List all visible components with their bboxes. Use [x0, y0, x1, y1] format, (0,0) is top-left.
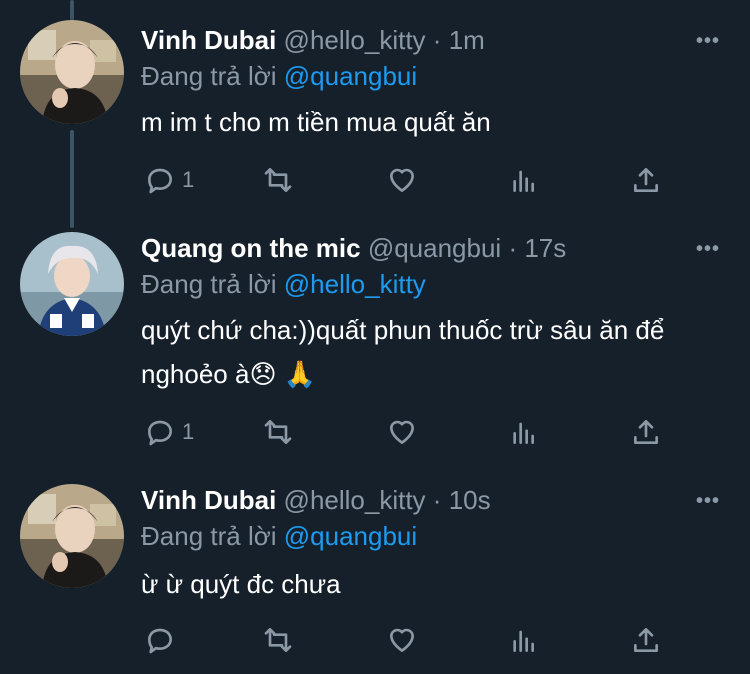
analytics-icon: [513, 422, 534, 444]
mention-link[interactable]: @hello_kitty: [284, 269, 426, 299]
tweet-actions: 1: [0, 160, 750, 200]
tweet-actions: [0, 620, 750, 660]
heart-icon: [390, 628, 414, 652]
share-icon: [634, 168, 658, 192]
more-icon[interactable]: •••: [696, 30, 720, 53]
mention-link[interactable]: @quangbui: [284, 521, 417, 551]
reply-button[interactable]: 1: [144, 412, 194, 452]
retweet-button[interactable]: [262, 160, 294, 200]
mention-link[interactable]: @quangbui: [284, 61, 417, 91]
separator-dot: ·: [432, 25, 442, 55]
tweet[interactable]: Vinh Dubai @hello_kitty · 10s ••• Đang t…: [0, 484, 750, 674]
reply-icon: [148, 420, 172, 446]
separator-dot: ·: [508, 233, 518, 263]
retweet-button[interactable]: [262, 620, 294, 660]
reply-button[interactable]: [144, 620, 182, 660]
replying-to: Đang trả lời @hello_kitty: [141, 268, 426, 300]
analytics-button[interactable]: [508, 160, 540, 200]
like-button[interactable]: [386, 160, 418, 200]
timestamp[interactable]: 10s: [449, 485, 491, 515]
share-button[interactable]: [630, 620, 662, 660]
avatar[interactable]: [20, 484, 124, 588]
replying-to: Đang trả lời @quangbui: [141, 520, 417, 552]
heart-icon: [390, 420, 414, 444]
display-name[interactable]: Quang on the mic: [141, 233, 361, 263]
like-button[interactable]: [386, 412, 418, 452]
reply-count: 1: [182, 167, 195, 192]
tweet-text: quýt chứ cha:))quất phun thuốc trừ sâu ă…: [141, 315, 665, 389]
more-icon[interactable]: •••: [696, 238, 720, 261]
avatar[interactable]: [20, 232, 124, 336]
thread-line: [70, 0, 74, 20]
like-button[interactable]: [386, 620, 418, 660]
username[interactable]: @hello_kitty: [284, 25, 426, 55]
tweet[interactable]: Quang on the mic @quangbui · 17s ••• Đan…: [0, 232, 750, 462]
tweet-header: Quang on the mic @quangbui · 17s: [141, 232, 566, 264]
timestamp[interactable]: 1m: [449, 25, 485, 55]
replying-label: Đang trả lời: [141, 521, 284, 551]
share-icon: [634, 420, 658, 444]
share-icon: [634, 628, 658, 652]
avatar[interactable]: [20, 20, 124, 124]
reply-icon: [148, 628, 172, 654]
retweet-icon: [264, 628, 292, 652]
separator-dot: ·: [432, 485, 442, 515]
tweet-header: Vinh Dubai @hello_kitty · 10s: [141, 484, 491, 516]
retweet-button[interactable]: [262, 412, 294, 452]
tweet[interactable]: Vinh Dubai @hello_kitty · 1m ••• Đang tr…: [0, 20, 750, 230]
analytics-icon: [513, 170, 534, 192]
replying-to: Đang trả lời @quangbui: [141, 60, 417, 92]
more-icon[interactable]: •••: [696, 490, 720, 513]
reply-button[interactable]: 1: [144, 160, 194, 200]
share-button[interactable]: [630, 160, 662, 200]
tweet-header: Vinh Dubai @hello_kitty · 1m: [141, 24, 485, 56]
tweet-text: ừ ừ quýt đc chưa: [141, 569, 341, 599]
tweet-text: m im t cho m tiền mua quất ăn: [141, 107, 491, 137]
heart-icon: [390, 168, 414, 192]
replying-label: Đang trả lời: [141, 61, 284, 91]
username[interactable]: @hello_kitty: [284, 485, 426, 515]
share-button[interactable]: [630, 412, 662, 452]
retweet-icon: [264, 168, 292, 192]
tweet-actions: 1: [0, 412, 750, 452]
retweet-icon: [264, 420, 292, 444]
replying-label: Đang trả lời: [141, 269, 284, 299]
display-name[interactable]: Vinh Dubai: [141, 25, 276, 55]
reply-icon: [148, 168, 172, 194]
analytics-icon: [513, 630, 534, 652]
display-name[interactable]: Vinh Dubai: [141, 485, 276, 515]
analytics-button[interactable]: [508, 620, 540, 660]
timestamp[interactable]: 17s: [524, 233, 566, 263]
analytics-button[interactable]: [508, 412, 540, 452]
reply-count: 1: [182, 419, 195, 444]
username[interactable]: @quangbui: [368, 233, 501, 263]
